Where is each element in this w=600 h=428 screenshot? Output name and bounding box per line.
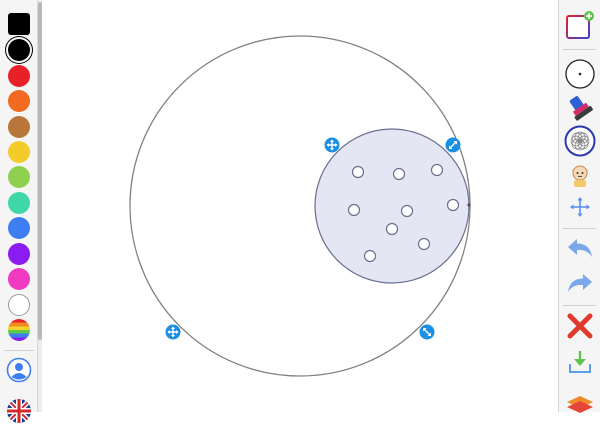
drawing-canvas[interactable] <box>42 0 558 412</box>
swatch-black-square[interactable] <box>8 13 30 35</box>
tool-bar <box>558 0 600 413</box>
delete-button[interactable] <box>564 310 596 342</box>
dot-tool-icon <box>565 59 595 89</box>
swatch-blue[interactable] <box>8 217 30 239</box>
layers-icon <box>567 396 593 413</box>
move-handle-icon[interactable] <box>324 137 340 153</box>
new-page-button[interactable] <box>564 10 596 42</box>
language-button[interactable] <box>6 398 32 424</box>
spirograph-tool-button[interactable] <box>564 125 596 157</box>
resize-handle-icon[interactable] <box>419 324 435 340</box>
swatch-teal[interactable] <box>8 192 30 214</box>
dot[interactable] <box>446 198 460 212</box>
toolbar-divider <box>563 49 596 50</box>
dot[interactable] <box>392 167 406 181</box>
move-handle-icon[interactable] <box>165 324 181 340</box>
dot[interactable] <box>347 203 361 217</box>
rubber-stamp-icon <box>569 96 593 121</box>
color-palette <box>0 0 38 423</box>
dot[interactable] <box>363 249 377 263</box>
inner-circle[interactable] <box>314 128 470 284</box>
download-button[interactable] <box>564 346 596 378</box>
layers-button[interactable] <box>564 388 596 420</box>
resize-handle-icon[interactable] <box>445 137 461 153</box>
dot[interactable] <box>400 204 414 218</box>
stamp-tool-button[interactable] <box>564 92 596 124</box>
swatch-purple[interactable] <box>8 243 30 265</box>
dot[interactable] <box>430 163 444 177</box>
swatch-white[interactable] <box>8 294 30 316</box>
swatch-yellow[interactable] <box>8 141 30 163</box>
dot[interactable] <box>385 222 399 236</box>
redo-icon <box>568 274 592 292</box>
toolbar-divider <box>563 305 596 306</box>
tangent-point <box>467 203 471 207</box>
swatch-red[interactable] <box>8 65 30 87</box>
swatch-rainbow[interactable] <box>8 319 30 341</box>
dot[interactable] <box>351 165 365 179</box>
swatch-black[interactable] <box>8 39 30 61</box>
download-icon <box>569 351 591 373</box>
user-profile-icon <box>6 357 32 383</box>
move-icon <box>570 197 590 217</box>
new-page-icon <box>566 11 594 39</box>
toolbar-divider <box>563 228 596 229</box>
redo-button[interactable] <box>564 268 596 300</box>
spirograph-icon <box>564 125 596 157</box>
swatch-magenta[interactable] <box>8 268 30 290</box>
user-profile-button[interactable] <box>6 357 32 383</box>
swatch-orange[interactable] <box>8 90 30 112</box>
swatch-light-green[interactable] <box>8 166 30 188</box>
move-tool-button[interactable] <box>564 191 596 223</box>
swatch-brown[interactable] <box>8 116 30 138</box>
undo-icon <box>568 239 592 257</box>
dot[interactable] <box>417 237 431 251</box>
palette-divider <box>4 350 34 351</box>
character-button[interactable] <box>564 158 596 190</box>
delete-icon <box>567 313 593 339</box>
undo-button[interactable] <box>564 233 596 265</box>
character-icon <box>572 165 588 187</box>
dot-tool-button[interactable] <box>564 58 596 90</box>
uk-flag-icon <box>7 399 31 423</box>
